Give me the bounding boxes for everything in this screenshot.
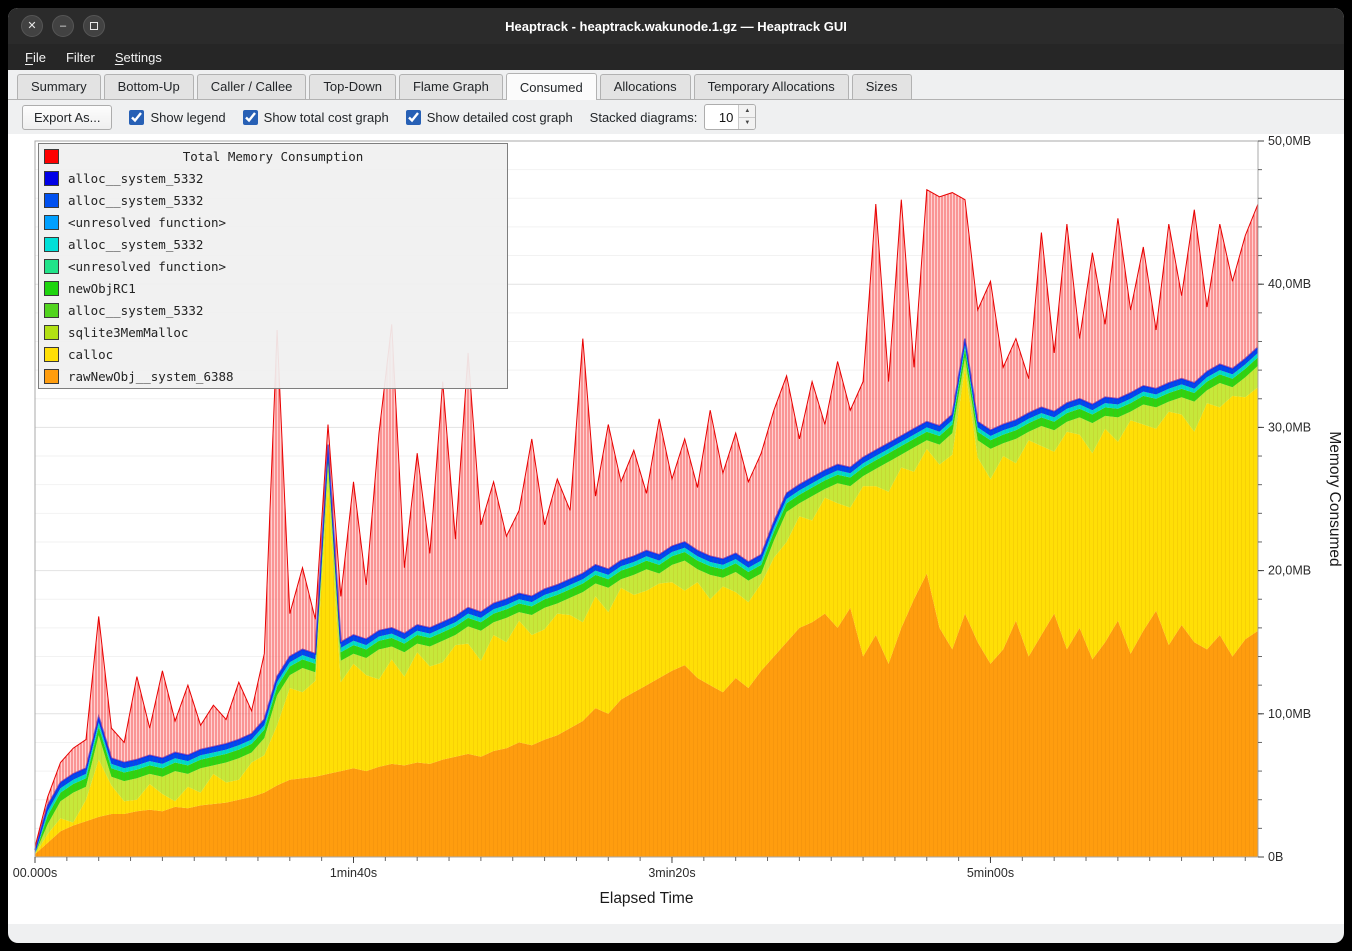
y-tick-label: 30,0MB bbox=[1268, 420, 1311, 434]
close-button[interactable]: ✕ bbox=[21, 15, 43, 37]
legend-label: sqlite3MemMalloc bbox=[68, 325, 188, 340]
spinbox-buttons: ▲ ▼ bbox=[738, 105, 755, 129]
tab-bottom-up[interactable]: Bottom-Up bbox=[104, 74, 194, 99]
spin-down-button[interactable]: ▼ bbox=[739, 118, 755, 130]
legend-item: newObjRC1 bbox=[39, 277, 507, 299]
legend-swatch bbox=[44, 193, 59, 208]
legend-title-row: Total Memory Consumption bbox=[39, 145, 507, 167]
checkbox-label: Show legend bbox=[150, 110, 225, 125]
menu-settings[interactable]: Settings bbox=[106, 47, 171, 68]
checkbox-label: Show detailed cost graph bbox=[427, 110, 573, 125]
legend-label: calloc bbox=[68, 347, 113, 362]
y-tick-label: 20,0MB bbox=[1268, 564, 1311, 578]
legend-swatch bbox=[44, 215, 59, 230]
titlebar: ✕ – Heaptrack - heaptrack.wakunode.1.gz … bbox=[8, 8, 1344, 44]
spinbox-value[interactable]: 10 bbox=[705, 105, 738, 129]
legend-item: sqlite3MemMalloc bbox=[39, 321, 507, 343]
tab-sizes[interactable]: Sizes bbox=[852, 74, 912, 99]
checkbox-show-detailed-cost-graph[interactable]: Show detailed cost graph bbox=[406, 110, 573, 125]
legend-title: Total Memory Consumption bbox=[183, 149, 364, 164]
y-axis-title: Memory Consumed bbox=[1326, 431, 1343, 566]
legend-label: alloc__system_5332 bbox=[68, 193, 203, 208]
minimize-button[interactable]: – bbox=[52, 15, 74, 37]
y-tick-label: 10,0MB bbox=[1268, 707, 1311, 721]
legend-swatch bbox=[44, 281, 59, 296]
tab-top-down[interactable]: Top-Down bbox=[309, 74, 396, 99]
app-window: ✕ – Heaptrack - heaptrack.wakunode.1.gz … bbox=[8, 8, 1344, 943]
tabbar: SummaryBottom-UpCaller / CalleeTop-DownF… bbox=[8, 70, 1344, 100]
legend-swatch bbox=[44, 259, 59, 274]
checkbox-show-total-cost-graph[interactable]: Show total cost graph bbox=[243, 110, 389, 125]
legend-item: alloc__system_5332 bbox=[39, 189, 507, 211]
y-tick-label: 40,0MB bbox=[1268, 277, 1311, 291]
spin-up-button[interactable]: ▲ bbox=[739, 105, 755, 118]
x-axis: 00.000s 1min40s 3min20s 5min00s Elapsed Time bbox=[13, 857, 1246, 907]
x-tick-label: 3min20s bbox=[648, 866, 695, 880]
legend-label: <unresolved function> bbox=[68, 215, 226, 230]
chart-legend: Total Memory Consumption alloc__system_5… bbox=[38, 143, 508, 389]
menu-file[interactable]: File bbox=[16, 47, 55, 68]
stacked-diagrams-label: Stacked diagrams: bbox=[590, 110, 698, 125]
spin-down-icon: ▼ bbox=[744, 120, 750, 126]
legend-title-swatch bbox=[44, 149, 59, 164]
legend-item: rawNewObj__system_6388 bbox=[39, 365, 507, 387]
x-tick-label: 5min00s bbox=[967, 866, 1014, 880]
x-tick-label: 1min40s bbox=[330, 866, 377, 880]
checkbox-input[interactable] bbox=[406, 110, 421, 125]
y-tick-label: 0B bbox=[1268, 850, 1283, 864]
x-axis-title: Elapsed Time bbox=[600, 890, 694, 907]
stacked-diagrams-spinbox[interactable]: 10 ▲ ▼ bbox=[704, 104, 756, 130]
legend-swatch bbox=[44, 237, 59, 252]
tab-temporary-allocations[interactable]: Temporary Allocations bbox=[694, 74, 849, 99]
legend-label: rawNewObj__system_6388 bbox=[68, 369, 234, 384]
menu-filter[interactable]: Filter bbox=[57, 47, 104, 68]
checkbox-input[interactable] bbox=[243, 110, 258, 125]
checkbox-group: Show legend Show total cost graph Show det… bbox=[129, 110, 572, 125]
minimize-icon: – bbox=[60, 21, 66, 32]
close-icon: ✕ bbox=[27, 21, 36, 32]
checkbox-input[interactable] bbox=[129, 110, 144, 125]
legend-item: <unresolved function> bbox=[39, 255, 507, 277]
legend-label: alloc__system_5332 bbox=[68, 303, 203, 318]
maximize-button[interactable] bbox=[83, 15, 105, 37]
legend-swatch bbox=[44, 303, 59, 318]
legend-swatch bbox=[44, 171, 59, 186]
x-tick-label: 00.000s bbox=[13, 866, 57, 880]
tab-flame-graph[interactable]: Flame Graph bbox=[399, 74, 503, 99]
menubar: FileFilterSettings bbox=[8, 44, 1344, 70]
tab-caller-callee[interactable]: Caller / Callee bbox=[197, 74, 307, 99]
tab-allocations[interactable]: Allocations bbox=[600, 74, 691, 99]
y-tick-label: 50,0MB bbox=[1268, 134, 1311, 148]
legend-item: alloc__system_5332 bbox=[39, 233, 507, 255]
checkbox-show-legend[interactable]: Show legend bbox=[129, 110, 225, 125]
y-axis: 0B 10,0MB 20,0MB 30,0MB 40,0MB 50,0MB Memory C… bbox=[1258, 134, 1343, 864]
legend-swatch bbox=[44, 347, 59, 362]
legend-item: alloc__system_5332 bbox=[39, 167, 507, 189]
legend-item: <unresolved function> bbox=[39, 211, 507, 233]
legend-label: <unresolved function> bbox=[68, 259, 226, 274]
spin-up-icon: ▲ bbox=[744, 108, 750, 114]
legend-items: alloc__system_5332 alloc__system_5332 <unr… bbox=[39, 167, 507, 387]
checkbox-label: Show total cost graph bbox=[264, 110, 389, 125]
consumed-chart-area: Total Memory Consumption alloc__system_5… bbox=[8, 134, 1344, 924]
legend-item: calloc bbox=[39, 343, 507, 365]
tab-summary[interactable]: Summary bbox=[17, 74, 101, 99]
legend-label: alloc__system_5332 bbox=[68, 171, 203, 186]
legend-label: newObjRC1 bbox=[68, 281, 136, 296]
window-controls: ✕ – bbox=[21, 15, 105, 37]
tab-consumed[interactable]: Consumed bbox=[506, 73, 597, 100]
legend-swatch bbox=[44, 369, 59, 384]
legend-swatch bbox=[44, 325, 59, 340]
export-as-button[interactable]: Export As... bbox=[22, 105, 112, 130]
stacked-diagrams-group: Stacked diagrams: 10 ▲ ▼ bbox=[590, 104, 757, 130]
maximize-icon bbox=[90, 22, 98, 30]
legend-label: alloc__system_5332 bbox=[68, 237, 203, 252]
legend-item: alloc__system_5332 bbox=[39, 299, 507, 321]
window-title: Heaptrack - heaptrack.wakunode.1.gz — He… bbox=[8, 19, 1344, 34]
toolbar: Export As... Show legend Show total cost … bbox=[8, 100, 1344, 134]
